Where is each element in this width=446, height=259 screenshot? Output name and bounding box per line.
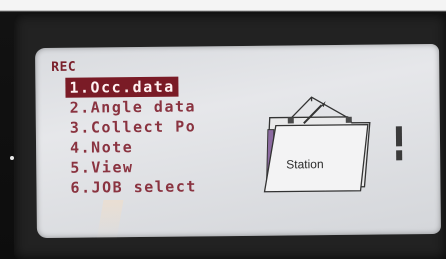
menu-item-label[interactable]: 1.Occ.data	[65, 76, 179, 98]
menu-item-occ-data[interactable]: 1.Occ.data	[65, 76, 200, 98]
menu-item-note[interactable]: 4.Note	[66, 136, 201, 157]
screen-title: REC	[51, 59, 77, 75]
station-illustration: Station	[260, 95, 379, 196]
folder-icon	[263, 96, 371, 193]
bezel-dot	[10, 156, 14, 160]
battery-segment	[396, 150, 403, 161]
lcd-screen: REC 1.Occ.data 2.Angle data 3.Collect Po…	[35, 43, 441, 239]
station-label: Station	[286, 157, 324, 172]
battery-segment	[395, 126, 403, 147]
menu-item-view[interactable]: 5.View	[66, 156, 201, 177]
menu-item-collect-points[interactable]: 3.Collect Po	[66, 116, 201, 137]
menu-item-angle-data[interactable]: 2.Angle data	[66, 96, 201, 117]
photo-frame: REC 1.Occ.data 2.Angle data 3.Collect Po…	[0, 0, 446, 259]
battery-indicator	[395, 126, 403, 172]
top-strip	[0, 0, 446, 10]
menu-item-job-select[interactable]: 6.JOB select	[66, 176, 201, 197]
rec-menu: 1.Occ.data 2.Angle data 3.Collect Po 4.N…	[65, 76, 201, 197]
